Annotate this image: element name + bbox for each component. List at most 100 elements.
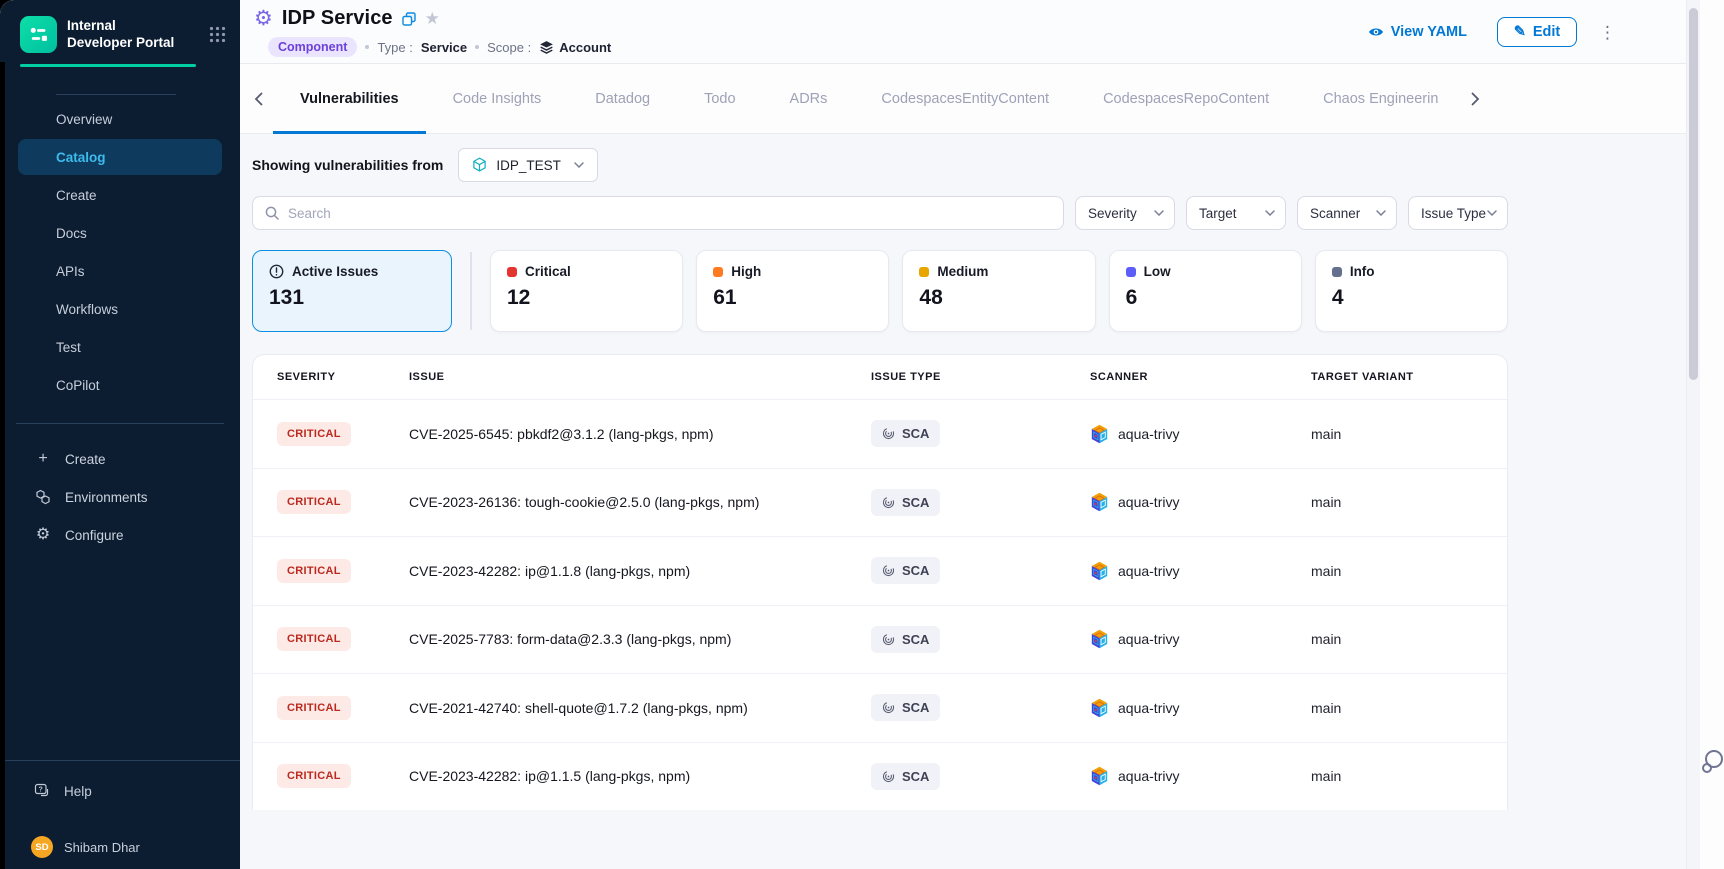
header-actions: View YAML ✎ Edit ⋮ — [1368, 17, 1616, 47]
col-target-variant: TARGET VARIANT — [1311, 371, 1507, 383]
sidebar-nav-item[interactable]: APIs — [18, 253, 222, 289]
sidebar-item-create[interactable]: + Create — [0, 440, 240, 478]
severity-dot — [713, 267, 723, 277]
gear-icon: ⚙ — [34, 527, 52, 543]
severity-label: Medium — [937, 264, 988, 279]
severity-card[interactable]: High 61 — [696, 250, 889, 332]
sidebar-nav-item[interactable]: Test — [18, 329, 222, 365]
edit-button[interactable]: ✎ Edit — [1497, 17, 1577, 47]
scanner-name: aqua-trivy — [1118, 563, 1179, 579]
more-options-kebab-icon[interactable]: ⋮ — [1599, 24, 1616, 41]
filter-label: Target — [1199, 206, 1237, 221]
target-variant: main — [1311, 426, 1507, 442]
support-chat-icon[interactable] — [1700, 748, 1724, 776]
source-value: IDP_TEST — [496, 158, 561, 173]
table-row[interactable]: CRITICAL CVE-2021-42740: shell-quote@1.7… — [253, 673, 1507, 742]
severity-count: 12 — [507, 286, 666, 310]
severity-count: 4 — [1332, 286, 1491, 310]
issue-type-pill: SCA — [871, 489, 940, 516]
module-accent-bar — [20, 64, 196, 67]
trivy-logo-icon — [1090, 561, 1109, 581]
filter-select[interactable]: Scanner — [1297, 196, 1397, 230]
entity-tab[interactable]: Code Insights — [426, 64, 569, 133]
table-row[interactable]: CRITICAL CVE-2023-42282: ip@1.1.5 (lang-… — [253, 742, 1507, 811]
filter-label: Issue Type — [1421, 206, 1486, 221]
severity-card[interactable]: Info 4 — [1315, 250, 1508, 332]
sidebar-action-label: Create — [65, 452, 106, 467]
trivy-logo-icon — [1090, 698, 1109, 718]
severity-cards: Critical 12 High 61 — [490, 250, 1508, 332]
avatar: SD — [31, 836, 53, 858]
help-button[interactable]: ? Help — [0, 776, 240, 806]
filter-select[interactable]: Severity — [1075, 196, 1175, 230]
tab-label: Chaos Engineerin — [1323, 91, 1438, 107]
fingerprint-icon — [882, 427, 895, 440]
user-profile[interactable]: SD Shibam Dhar — [0, 827, 240, 867]
sidebar-nav-item[interactable]: Workflows — [18, 291, 222, 327]
sidebar-nav-item[interactable]: Create — [18, 177, 222, 213]
tabs-scroll-left-icon[interactable] — [254, 92, 263, 106]
help-chat-icon: ? — [34, 783, 51, 799]
dot-separator — [365, 45, 369, 49]
filter-select[interactable]: Issue Type — [1408, 196, 1508, 230]
tabs-strip: Vulnerabilities Code Insights Datadog To… — [273, 64, 1465, 133]
sidebar-logo-row: Internal Developer Portal — [0, 0, 240, 58]
sidebar-item-environments[interactable]: Environments — [0, 478, 240, 516]
entity-tab[interactable]: CodespacesEntityContent — [854, 64, 1076, 133]
scrollbar-thumb[interactable] — [1689, 8, 1698, 380]
sidebar-nav-item[interactable]: Catalog — [18, 139, 222, 175]
vulnerabilities-panel: Showing vulnerabilities from IDP_TEST — [240, 134, 1686, 869]
issue-type-label: SCA — [902, 632, 929, 647]
sidebar-nav-item[interactable]: Overview — [18, 101, 222, 137]
sidebar-item-configure[interactable]: ⚙ Configure — [0, 516, 240, 554]
copy-icon[interactable] — [402, 12, 416, 26]
title-row: ⚙ IDP Service ★ — [254, 7, 440, 30]
severity-card[interactable]: Low 6 — [1109, 250, 1302, 332]
scanner-cell: aqua-trivy — [1090, 698, 1311, 718]
entity-tab[interactable]: Vulnerabilities — [273, 64, 426, 133]
entity-header: ⚙ IDP Service ★ Component Type : Service… — [240, 0, 1686, 64]
entity-tab[interactable]: CodespacesRepoContent — [1076, 64, 1296, 133]
severity-count: 61 — [713, 286, 872, 310]
page-scrollbar[interactable] — [1686, 0, 1700, 869]
severity-badge: CRITICAL — [277, 764, 351, 788]
sidebar-nav-label: CoPilot — [56, 378, 100, 393]
entity-tab[interactable]: Todo — [677, 64, 762, 133]
search-icon — [265, 206, 279, 220]
severity-dot — [919, 267, 929, 277]
severity-card[interactable]: Critical 12 — [490, 250, 683, 332]
sidebar-nav-label: Overview — [56, 112, 112, 127]
issue-type-label: SCA — [902, 769, 929, 784]
sidebar-nav-item[interactable]: CoPilot — [18, 367, 222, 403]
source-select[interactable]: IDP_TEST — [458, 148, 598, 182]
issue-text: CVE-2023-42282: ip@1.1.5 (lang-pkgs, npm… — [409, 768, 871, 784]
severity-badge: CRITICAL — [277, 559, 351, 583]
entity-tab[interactable]: Chaos Engineerin — [1296, 64, 1465, 133]
entity-tab[interactable]: Datadog — [568, 64, 677, 133]
sidebar-nav-label: Docs — [56, 226, 87, 241]
chevron-down-icon — [1376, 210, 1386, 216]
active-issues-count: 131 — [269, 286, 435, 310]
severity-card[interactable]: Medium 48 — [902, 250, 1095, 332]
table-row[interactable]: CRITICAL CVE-2023-26136: tough-cookie@2.… — [253, 468, 1507, 537]
table-row[interactable]: CRITICAL CVE-2023-42282: ip@1.1.8 (lang-… — [253, 536, 1507, 605]
tab-label: ADRs — [790, 91, 828, 107]
target-variant: main — [1311, 494, 1507, 510]
active-issues-card[interactable]: Active Issues 131 — [252, 250, 452, 332]
sidebar-nav-item[interactable]: Docs — [18, 215, 222, 251]
view-yaml-button[interactable]: View YAML — [1368, 24, 1467, 40]
sidebar-nav-label: Workflows — [56, 302, 118, 317]
entity-tab[interactable]: ADRs — [763, 64, 855, 133]
source-row: Showing vulnerabilities from IDP_TEST — [252, 148, 1508, 182]
table-row[interactable]: CRITICAL CVE-2025-6545: pbkdf2@3.1.2 (la… — [253, 399, 1507, 468]
issue-text: CVE-2023-42282: ip@1.1.8 (lang-pkgs, npm… — [409, 563, 871, 579]
table-row[interactable]: CRITICAL CVE-2025-7783: form-data@2.3.3 … — [253, 605, 1507, 674]
search-input[interactable] — [288, 206, 1051, 221]
app-window: Internal Developer Portal Overview Catal… — [0, 0, 1724, 869]
filter-select[interactable]: Target — [1186, 196, 1286, 230]
apps-grid-icon[interactable] — [209, 26, 226, 43]
entity-meta: Component Type : Service Scope : Account — [268, 37, 611, 57]
favorite-star-icon[interactable]: ★ — [425, 10, 440, 27]
active-issues-label: Active Issues — [292, 264, 378, 279]
tabs-scroll-right-icon[interactable] — [1471, 92, 1480, 106]
